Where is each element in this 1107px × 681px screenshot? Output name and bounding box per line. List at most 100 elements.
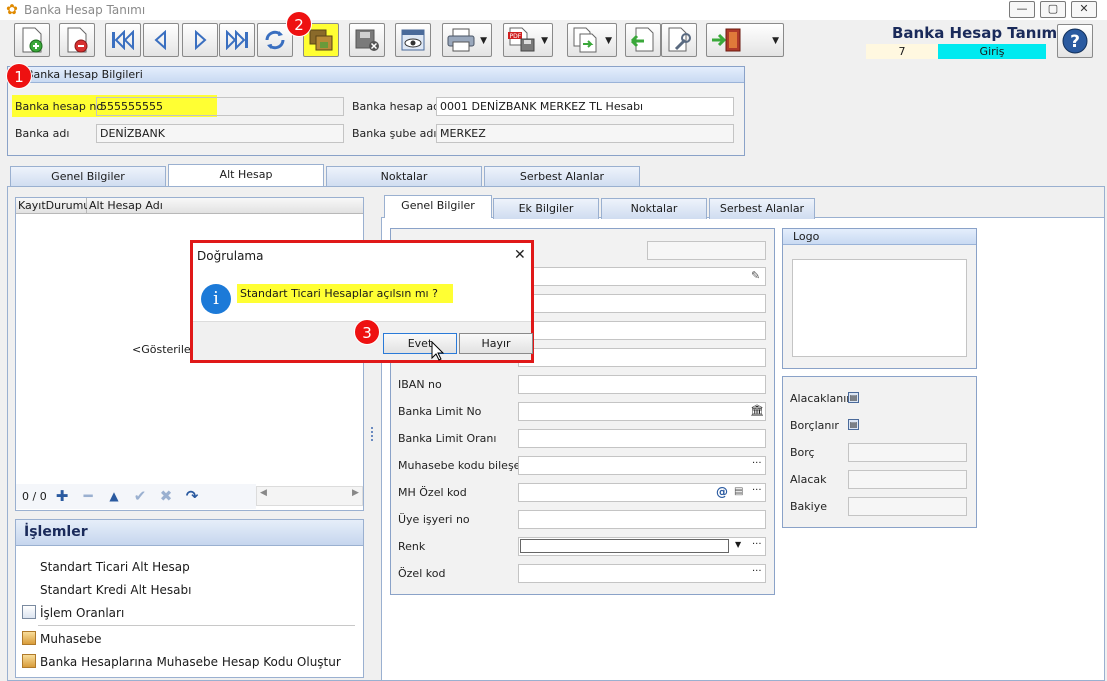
special-code-input[interactable] (518, 564, 766, 583)
detail-tab-custom-fields[interactable]: Serbest Alanlar (709, 198, 815, 219)
tab-custom-fields[interactable]: Serbest Alanlar (484, 166, 640, 187)
column-header-status[interactable]: KayıtDurumu (16, 198, 90, 214)
dialog-title: Doğrulama (197, 249, 264, 263)
import-button[interactable] (625, 23, 661, 57)
delete-document-icon (67, 27, 88, 53)
new-record-button[interactable] (14, 23, 50, 57)
receivables-label: Alacaklanır (790, 392, 851, 405)
op-create-accounting-codes[interactable]: Banka Hesaplarına Muhasebe Hesap Kodu Ol… (40, 655, 341, 669)
save-close-icon (355, 29, 379, 51)
acc-code-input[interactable] (518, 456, 766, 475)
list-icon (22, 605, 36, 619)
op-accounting[interactable]: Muhasebe (40, 632, 102, 646)
horizontal-scrollbar[interactable] (256, 486, 363, 506)
check-icon[interactable]: ✔ (130, 488, 150, 504)
detail-field-2[interactable] (518, 294, 766, 313)
card-icon[interactable]: ▤ (734, 486, 743, 497)
grid-empty-text: <Gösterilec (132, 343, 197, 356)
detail-field-1[interactable] (518, 267, 766, 286)
credit-label: Alacak (790, 473, 827, 486)
at-sign-icon[interactable]: @ (716, 485, 728, 499)
receivables-checkbox[interactable]: ▤ (848, 392, 859, 403)
previous-icon (154, 30, 166, 50)
printer-icon (447, 28, 475, 52)
account-info-group-title: Banka Hesap Bilgileri (8, 67, 744, 83)
first-icon (112, 30, 134, 50)
color-swatch (520, 539, 729, 553)
limit-no-label: Banka Limit No (398, 405, 482, 418)
delete-record-button[interactable] (59, 23, 95, 57)
account-no-input[interactable]: 555555555 (96, 97, 344, 116)
member-no-label: Üye işyeri no (398, 513, 470, 526)
export-pdf-dropdown-button[interactable]: PDF ▼ (503, 23, 553, 57)
branch-name-label: Banka şube adı (352, 127, 437, 140)
exit-dropdown-button[interactable]: ▼ (706, 23, 784, 57)
scroll-left-icon[interactable]: ◀ (260, 488, 267, 498)
minimize-button[interactable]: — (1009, 1, 1035, 18)
exit-door-icon (712, 28, 741, 52)
first-record-button[interactable] (105, 23, 141, 57)
tab-general-info[interactable]: Genel Bilgiler (10, 166, 166, 187)
tab-points[interactable]: Noktalar (326, 166, 482, 187)
ellipsis-icon[interactable]: ··· (752, 566, 762, 577)
detail-field-3[interactable] (518, 321, 766, 340)
chevron-down-icon[interactable]: ▼ (735, 540, 741, 549)
print-dropdown-button[interactable]: ▼ (442, 23, 492, 57)
logo-group-title: Logo (783, 229, 976, 245)
logo-image-box[interactable] (792, 259, 967, 357)
maximize-button[interactable]: ▢ (1040, 1, 1066, 18)
splitter-handle[interactable] (371, 427, 374, 441)
payables-checkbox[interactable]: ▤ (848, 419, 859, 430)
edit-note-icon[interactable]: ✎ (751, 269, 760, 282)
help-button[interactable]: ? (1057, 24, 1093, 58)
ellipsis-icon[interactable]: ··· (752, 458, 762, 469)
account-name-input[interactable]: 0001 DENİZBANK MERKEZ TL Hesabı (436, 97, 734, 116)
redo-icon[interactable]: ↷ (182, 488, 202, 504)
detail-tab-points[interactable]: Noktalar (601, 198, 707, 219)
window-titlebar (0, 0, 1107, 20)
tools-button[interactable] (661, 23, 697, 57)
op-transaction-rates[interactable]: İşlem Oranları (40, 606, 124, 620)
previous-record-button[interactable] (143, 23, 179, 57)
next-record-button[interactable] (182, 23, 218, 57)
dialog-message: Standart Ticari Hesaplar açılsın mı ? (237, 284, 453, 303)
detail-tab-general-info[interactable]: Genel Bilgiler (384, 195, 492, 218)
remove-row-icon[interactable]: ━ (78, 488, 98, 504)
move-up-icon[interactable]: ▲ (104, 488, 124, 504)
detail-tab-extra-info[interactable]: Ek Bilgiler (493, 198, 599, 219)
limit-no-input[interactable] (518, 402, 766, 421)
mode-badge: Giriş (938, 44, 1046, 59)
mh-code-input[interactable] (518, 483, 766, 502)
op-standard-commercial-sub-account[interactable]: Standart Ticari Alt Hesap (40, 560, 190, 574)
dialog-close-button[interactable]: ✕ (514, 247, 526, 263)
no-button[interactable]: Hayır (459, 333, 533, 354)
refresh-icon (265, 30, 285, 50)
last-record-button[interactable] (219, 23, 255, 57)
preview-button[interactable] (395, 23, 431, 57)
balance-label: Bakiye (790, 500, 827, 513)
scroll-right-icon[interactable]: ▶ (352, 488, 359, 498)
bank-building-icon[interactable]: 🏛 (750, 404, 764, 417)
ellipsis-icon[interactable]: ··· (752, 539, 762, 550)
close-window-button[interactable]: ✕ (1071, 1, 1097, 18)
last-icon (226, 30, 248, 50)
transfer-dropdown-button[interactable]: ▼ (567, 23, 617, 57)
op-standard-credit-sub-account[interactable]: Standart Kredi Alt Hesabı (40, 583, 191, 597)
new-document-icon (22, 27, 43, 53)
question-mark-icon: ? (1062, 28, 1088, 54)
member-no-input[interactable] (518, 510, 766, 529)
payables-label: Borçlanır (790, 419, 839, 432)
step-marker-2: 2 (286, 11, 312, 37)
cancel-icon[interactable]: ✖ (156, 488, 176, 504)
pdf-export-icon: PDF (508, 27, 535, 52)
yes-button[interactable]: Evet (383, 333, 457, 354)
limit-rate-input[interactable] (518, 429, 766, 448)
ellipsis-icon[interactable]: ··· (752, 485, 762, 496)
tab-sub-account[interactable]: Alt Hesap (168, 164, 324, 187)
ledger-icon (22, 631, 36, 645)
iban-input[interactable] (518, 375, 766, 394)
column-header-sub-account-name[interactable]: Alt Hesap Adı (87, 198, 363, 214)
add-row-icon[interactable]: ✚ (52, 488, 72, 504)
save-and-close-button[interactable] (349, 23, 385, 57)
detail-field-4[interactable] (518, 348, 766, 367)
